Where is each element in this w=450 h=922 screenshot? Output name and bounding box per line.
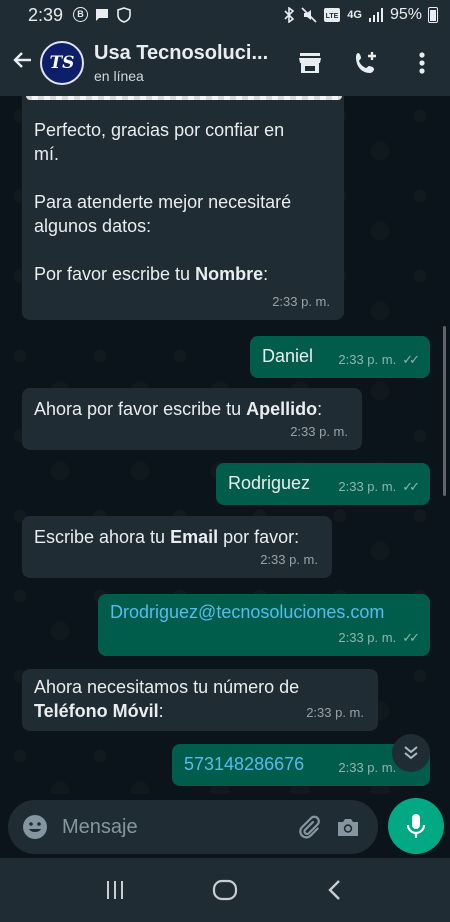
store-icon[interactable] [282,35,338,91]
notification-icons: B [73,7,132,23]
home-button[interactable] [200,870,250,910]
volte-icon: LTE [324,8,341,22]
battery-icon [428,7,438,23]
chat-area[interactable]: Perfecto, gracias por confiar en mí. Par… [0,96,450,794]
email-link[interactable]: Drodriguez@tecnosoluciones.com [110,600,384,624]
message-time: 2:33 p. m. [260,552,318,567]
message-incoming[interactable]: Ahora necesitamos tu número de Teléfono … [22,669,378,731]
message-incoming[interactable]: Perfecto, gracias por confiar en mí. Par… [22,96,344,320]
add-call-icon[interactable] [338,35,394,91]
message-time: 2:33 p. m. [290,424,348,439]
microphone-button[interactable] [388,798,444,854]
message-text: Ahora necesitamos tu número de Teléfono … [34,677,300,721]
message-meta: 2:33 p. m. [290,420,348,444]
b-notification-icon: B [73,7,89,22]
message-meta: 2:33 p. m. ✓✓ [338,475,420,499]
contact-status: en línea [94,68,144,84]
message-time: 2:33 p. m. [338,352,397,367]
message-placeholder: Mensaje [62,815,138,838]
composer: Mensaje [0,796,450,858]
signal-icon [368,8,383,22]
recents-icon [107,881,123,899]
status-right: LTE 4G 95% [283,0,438,30]
message-outgoing[interactable]: Daniel 2:33 p. m. ✓✓ [250,336,430,378]
attach-icon[interactable] [288,807,328,847]
message-incoming[interactable]: Escribe ahora tu Email por favor: 2:33 p… [22,516,332,578]
shield-2-icon [117,7,131,23]
phone-link[interactable]: 573148286676 [184,752,304,776]
header-actions [282,30,450,96]
network-type: 4G [347,9,362,21]
avatar-text: TS [49,53,75,73]
message-meta: 2:33 p. m. ✓✓ [338,626,420,650]
message-time: 2:33 p. m. [338,479,397,494]
message-time: 2:33 p. m. [338,760,397,775]
message-text: Escribe ahora tu Email por favor: [34,527,300,547]
image-preview [26,96,342,100]
recent-apps-button[interactable] [90,870,140,910]
microphone-icon [406,814,426,838]
message-icon [96,9,109,21]
message-time: 2:33 p. m. [272,294,330,309]
emoji-icon[interactable] [22,814,48,840]
bluetooth-icon [284,7,295,23]
scroll-down-button[interactable] [392,734,430,772]
more-options-icon[interactable] [394,35,450,91]
message-meta: 2:33 p. m. [272,290,330,314]
message-time: 2:33 p. m. [306,705,364,720]
message-meta: 2:33 p. m. ✓✓ [338,348,420,372]
scrollbar[interactable] [443,326,446,496]
message-time: 2:33 p. m. [338,630,397,645]
back-chevron-icon [328,880,340,900]
message-outgoing[interactable]: Rodriguez 2:33 p. m. ✓✓ [216,463,430,505]
message-text: Perfecto, gracias por confiar en mí. Par… [34,120,292,284]
message-meta: 2:33 p. m. [306,701,364,725]
double-chevron-down-icon [404,746,418,760]
message-text: Daniel [262,346,314,366]
double-check-icon: ✓✓ [402,352,420,367]
message-meta: 2:33 p. m. [260,548,318,572]
chat-header: TS Usa Tecnosoluci... en línea [0,30,450,96]
back-arrow-icon[interactable] [6,48,40,79]
double-check-icon: ✓✓ [402,479,420,494]
avatar[interactable]: TS [40,41,84,85]
svg-text:LTE: LTE [326,13,339,20]
home-icon [212,879,238,901]
battery-percent: 95% [389,6,422,23]
message-outgoing[interactable]: Drodriguez@tecnosoluciones.com 2:33 p. m… [98,594,430,656]
system-nav-bar [0,858,450,922]
status-time: 2:39 [28,4,64,25]
status-bar: 2:39 B LTE 4G 95% [0,0,450,30]
message-input[interactable]: Mensaje [8,800,378,854]
mute-icon [301,7,317,23]
contact-info[interactable]: Usa Tecnosoluci... en línea [94,42,284,84]
contact-name: Usa Tecnosoluci... [94,42,269,64]
camera-icon[interactable] [328,807,368,847]
back-nav-button[interactable] [310,870,360,910]
double-check-icon: ✓✓ [402,630,420,645]
message-text: Rodriguez [228,473,311,493]
message-text: Ahora por favor escribe tu Apellido: [34,399,323,419]
message-incoming[interactable]: Ahora por favor escribe tu Apellido: 2:3… [22,388,362,450]
